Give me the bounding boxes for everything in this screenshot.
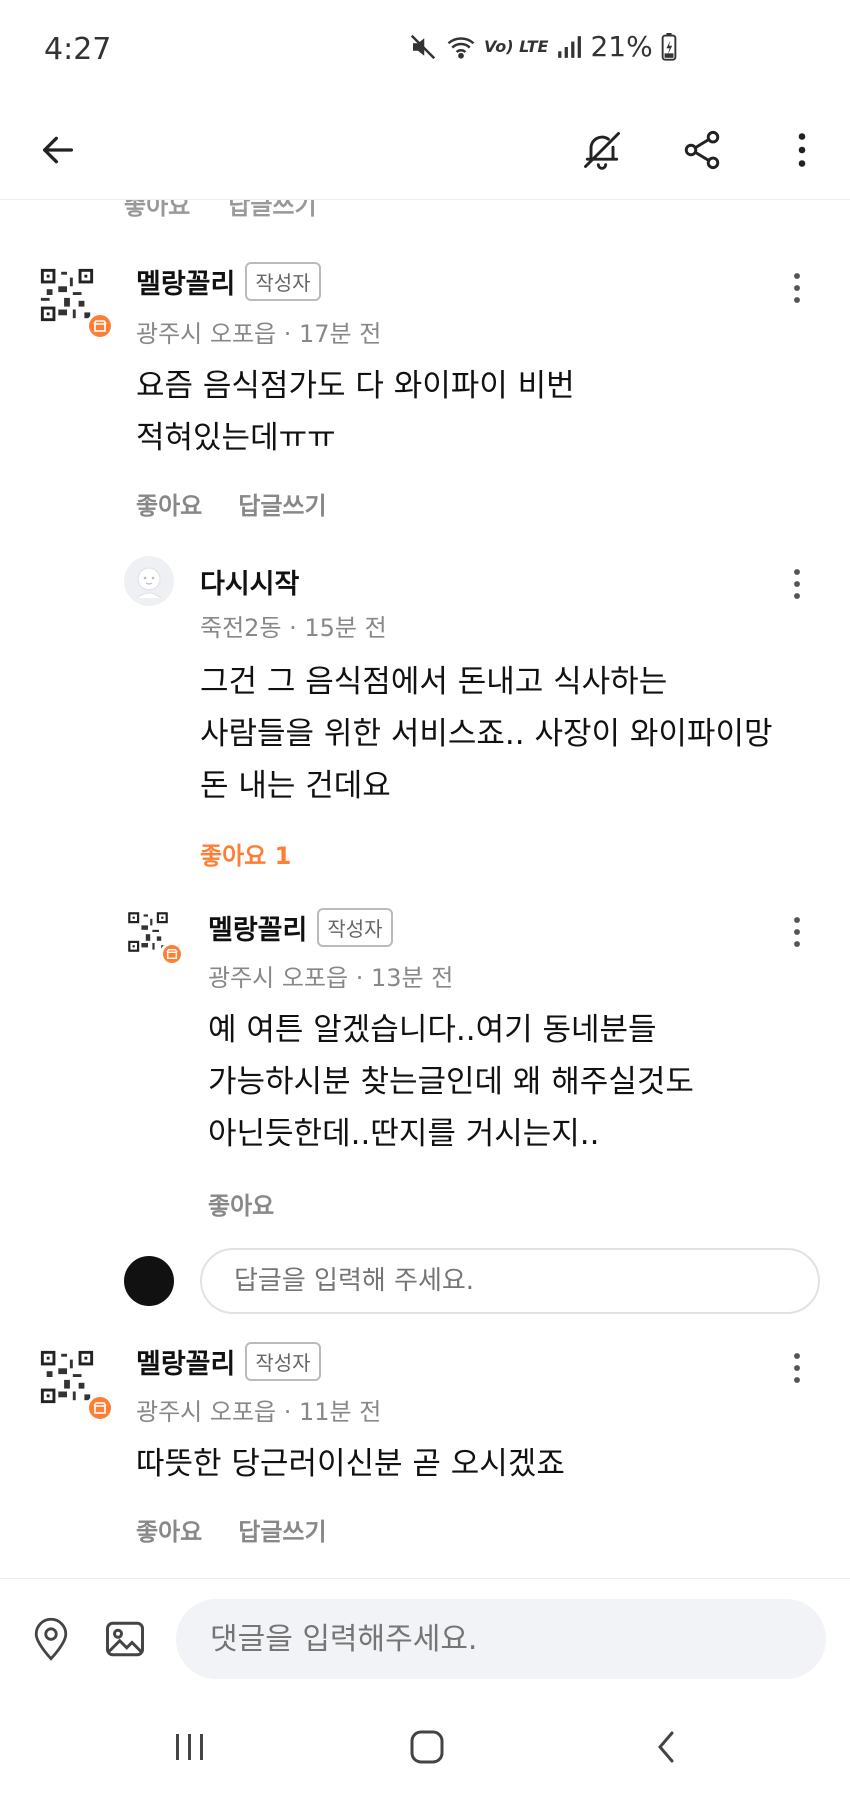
seller-badge-icon <box>160 942 184 966</box>
comment-actions: 좋아요 답글쓰기 <box>136 486 327 521</box>
author-row: 멜랑꼴리 작성자 <box>208 908 393 947</box>
back-chevron-icon[interactable] <box>636 1722 696 1772</box>
more-vertical-icon[interactable] <box>782 910 812 954</box>
comment-actions: 좋아요 <box>208 1186 274 1221</box>
comment-line: 그건 그 음식점에서 돈내고 식사하는 <box>200 664 668 700</box>
reply-input-row <box>124 1248 820 1314</box>
system-nav-bar <box>0 1698 850 1795</box>
signal-icon <box>556 34 582 60</box>
comment-line: 사람들을 위한 서비스죠.. 사장이 와이파이망 <box>200 716 773 752</box>
seller-badge-icon <box>86 312 114 340</box>
like-button[interactable]: 좋아요 1 <box>200 836 291 871</box>
comment-actions: 좋아요 1 <box>200 836 291 871</box>
status-bar: 4:27 Vo) LTE 21% <box>0 0 850 100</box>
battery-percent: 21% <box>590 30 653 63</box>
author-tag: 작성자 <box>245 1342 321 1381</box>
back-arrow-icon[interactable] <box>28 120 88 180</box>
qr-avatar-image <box>38 1348 96 1406</box>
author-row: 다시시작 <box>200 562 299 601</box>
like-button[interactable]: 좋아요 <box>208 1186 274 1221</box>
avatar[interactable] <box>124 556 174 606</box>
comment-meta: 죽전2동 · 15분 전 <box>200 614 387 642</box>
author-row: 멜랑꼴리 작성자 <box>136 262 321 301</box>
comment-body: 그건 그 음식점에서 돈내고 식사하는 사람들을 위한 서비스죠.. 사장이 와… <box>200 656 772 812</box>
comment-line: 적혀있는데ㅠㅠ <box>136 420 336 456</box>
comment-input-bar <box>0 1578 850 1698</box>
author-tag: 작성자 <box>317 908 393 947</box>
reply-button[interactable]: 답글쓰기 <box>238 486 326 521</box>
comment-line: 아닌듯한데..딴지를 거시는지.. <box>208 1116 600 1152</box>
status-icons: Vo) LTE 21% <box>408 30 677 63</box>
author-name[interactable]: 멜랑꼴리 <box>208 908 307 947</box>
author-name[interactable]: 멜랑꼴리 <box>136 262 235 301</box>
share-icon[interactable] <box>672 120 732 180</box>
qr-avatar-image <box>38 266 96 324</box>
battery-icon <box>661 32 677 61</box>
seller-badge-icon <box>86 1394 114 1422</box>
comment-body: 예 여튼 알겠습니다..여기 동네분들 가능하시분 찾는글인데 왜 해주실것도 … <box>208 1004 694 1160</box>
status-time: 4:27 <box>44 32 112 67</box>
more-vertical-icon[interactable] <box>782 1346 812 1390</box>
comment-body: 따뜻한 당근러이신분 곧 오시겠죠 <box>136 1438 565 1490</box>
reply-input[interactable] <box>200 1248 820 1314</box>
like-button[interactable]: 좋아요 <box>136 486 202 521</box>
app-bar <box>0 100 850 200</box>
author-tag: 작성자 <box>245 262 321 301</box>
avatar[interactable] <box>38 1348 114 1422</box>
like-button[interactable]: 좋아요 <box>136 1512 202 1547</box>
comment-line: 요즘 음식점가도 다 와이파이 비번 <box>136 368 575 404</box>
author-name[interactable]: 다시시작 <box>200 562 299 601</box>
comment-line: 돈 내는 건데요 <box>200 768 391 804</box>
home-icon[interactable] <box>397 1722 457 1772</box>
default-profile-icon <box>125 557 173 605</box>
more-vertical-icon[interactable] <box>782 562 812 606</box>
comment-body: 요즘 음식점가도 다 와이파이 비번 적혀있는데ㅠㅠ <box>136 360 575 464</box>
author-row: 멜랑꼴리 작성자 <box>136 1342 321 1381</box>
comment-line: 가능하시분 찾는글인데 왜 해주실것도 <box>208 1064 694 1100</box>
network-label: Vo) LTE <box>484 37 549 56</box>
comment-input[interactable] <box>176 1599 826 1679</box>
mute-icon <box>408 32 438 62</box>
reply-button[interactable]: 답글쓰기 <box>238 1512 326 1547</box>
image-icon[interactable] <box>98 1609 152 1669</box>
more-vertical-icon[interactable] <box>772 120 832 180</box>
avatar <box>124 1256 174 1306</box>
comment-meta: 광주시 오포읍 · 17분 전 <box>136 320 382 348</box>
avatar[interactable] <box>126 910 184 966</box>
bell-off-icon[interactable] <box>572 120 632 180</box>
comment-line: 따뜻한 당근러이신분 곧 오시겠죠 <box>136 1446 565 1482</box>
comment-actions: 좋아요 답글쓰기 <box>136 1512 327 1547</box>
more-vertical-icon[interactable] <box>782 266 812 310</box>
recent-apps-icon[interactable] <box>160 1722 220 1772</box>
avatar[interactable] <box>38 266 114 340</box>
wifi-icon <box>446 32 476 62</box>
comment-line: 예 여튼 알겠습니다..여기 동네분들 <box>208 1012 657 1048</box>
author-name[interactable]: 멜랑꼴리 <box>136 1342 235 1381</box>
comment-meta: 광주시 오포읍 · 13분 전 <box>208 964 454 992</box>
comment-meta: 광주시 오포읍 · 11분 전 <box>136 1398 382 1426</box>
location-pin-icon[interactable] <box>24 1609 78 1669</box>
